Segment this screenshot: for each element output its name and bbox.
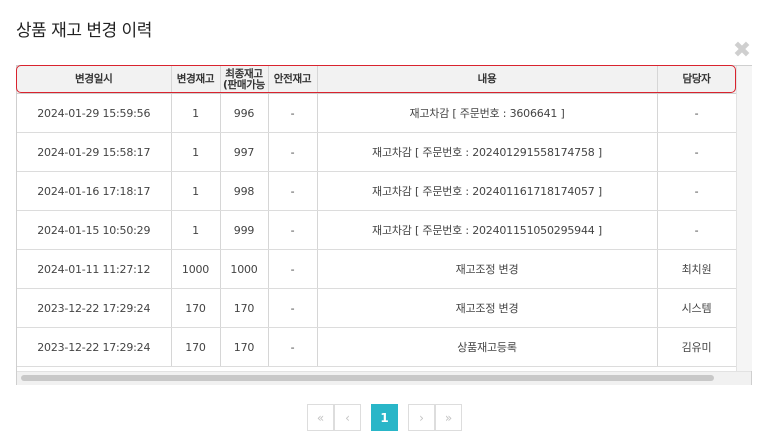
cell-date: 2024-01-15 10:50:29 <box>17 210 172 250</box>
cell-safety: - <box>268 327 318 367</box>
cell-manager: 최치원 <box>657 249 737 289</box>
cell-date: 2023-12-22 17:29:24 <box>17 288 172 328</box>
cell-change: 170 <box>171 288 221 328</box>
cell-content: 상품재고등록 <box>317 327 658 367</box>
cell-final: 999 <box>220 210 269 250</box>
header-content: 내용 <box>317 66 658 94</box>
prev-page-button[interactable]: ‹ <box>334 404 361 431</box>
cell-date: 2024-01-29 15:58:17 <box>17 132 172 172</box>
first-page-button[interactable]: « <box>307 404 334 431</box>
header-final: 최종재고 (판매가능 <box>220 66 269 94</box>
history-table: 변경일시 변경재고 최종재고 (판매가능 안전재고 내용 담당자 2024-01… <box>17 66 737 367</box>
cell-change: 1000 <box>171 249 221 289</box>
cell-final: 170 <box>220 327 269 367</box>
cell-final: 997 <box>220 132 269 172</box>
cell-manager: - <box>657 171 737 211</box>
cell-date: 2024-01-29 15:59:56 <box>17 93 172 133</box>
table-row: 2024-01-11 11:27:12 1000 1000 - 재고조정 변경 … <box>17 249 737 289</box>
cell-manager: - <box>657 93 737 133</box>
header-date: 변경일시 <box>17 66 172 94</box>
horizontal-scrollbar-thumb[interactable] <box>21 375 714 381</box>
cell-content: 재고차감 [ 주문번호 : 3606641 ] <box>317 93 658 133</box>
table-row: 2023-12-22 17:29:24 170 170 - 재고조정 변경 시스… <box>17 288 737 328</box>
cell-final: 170 <box>220 288 269 328</box>
header-change: 변경재고 <box>171 66 221 94</box>
cell-manager: - <box>657 132 737 172</box>
cell-date: 2024-01-16 17:18:17 <box>17 171 172 211</box>
last-page-button[interactable]: » <box>435 404 462 431</box>
cell-safety: - <box>268 210 318 250</box>
cell-final: 996 <box>220 93 269 133</box>
history-table-container: 변경일시 변경재고 최종재고 (판매가능 안전재고 내용 담당자 2024-01… <box>16 65 752 385</box>
table-header-row: 변경일시 변경재고 최종재고 (판매가능 안전재고 내용 담당자 <box>17 66 737 94</box>
cell-change: 1 <box>171 93 221 133</box>
cell-safety: - <box>268 171 318 211</box>
cell-content: 재고차감 [ 주문번호 : 202401291558174758 ] <box>317 132 658 172</box>
cell-final: 1000 <box>220 249 269 289</box>
cell-change: 1 <box>171 132 221 172</box>
cell-safety: - <box>268 288 318 328</box>
cell-safety: - <box>268 93 318 133</box>
table-row: 2023-12-22 17:29:24 170 170 - 상품재고등록 김유미 <box>17 327 737 367</box>
cell-content: 재고차감 [ 주문번호 : 202401151050295944 ] <box>317 210 658 250</box>
dialog-title: 상품 재고 변경 이력 <box>16 21 152 41</box>
cell-content: 재고차감 [ 주문번호 : 202401161718174057 ] <box>317 171 658 211</box>
table-row: 2024-01-15 10:50:29 1 999 - 재고차감 [ 주문번호 … <box>17 210 737 250</box>
header-final-line2: (판매가능 <box>223 78 265 91</box>
pagination: « ‹ 1 › » <box>307 404 462 432</box>
header-manager: 담당자 <box>657 66 737 94</box>
cell-change: 170 <box>171 327 221 367</box>
table-row: 2024-01-29 15:58:17 1 997 - 재고차감 [ 주문번호 … <box>17 132 737 172</box>
cell-manager: 시스템 <box>657 288 737 328</box>
cell-change: 1 <box>171 210 221 250</box>
vertical-scrollbar[interactable] <box>736 66 752 371</box>
close-icon[interactable]: ✖ <box>731 40 753 62</box>
cell-change: 1 <box>171 171 221 211</box>
cell-date: 2024-01-11 11:27:12 <box>17 249 172 289</box>
table-row: 2024-01-16 17:18:17 1 998 - 재고차감 [ 주문번호 … <box>17 171 737 211</box>
cell-safety: - <box>268 249 318 289</box>
cell-final: 998 <box>220 171 269 211</box>
cell-date: 2023-12-22 17:29:24 <box>17 327 172 367</box>
page-1-button[interactable]: 1 <box>371 404 398 431</box>
table-row: 2024-01-29 15:59:56 1 996 - 재고차감 [ 주문번호 … <box>17 93 737 133</box>
cell-safety: - <box>268 132 318 172</box>
cell-manager: 김유미 <box>657 327 737 367</box>
cell-manager: - <box>657 210 737 250</box>
horizontal-scrollbar[interactable] <box>17 371 751 385</box>
cell-content: 재고조정 변경 <box>317 249 658 289</box>
header-safety: 안전재고 <box>268 66 318 94</box>
next-page-button[interactable]: › <box>408 404 435 431</box>
cell-content: 재고조정 변경 <box>317 288 658 328</box>
